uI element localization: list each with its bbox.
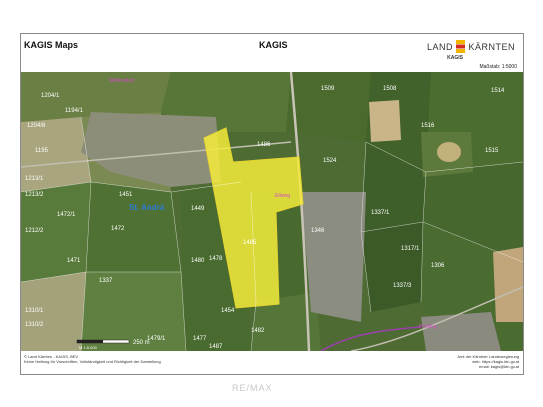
parcel-label: 1204/1 <box>41 93 60 99</box>
parcel-label: 1486 <box>257 142 271 148</box>
logo-text-kaernten: KÄRNTEN <box>468 42 515 52</box>
parcel-label: 1454 <box>221 308 235 314</box>
parcel-label: 1479/1 <box>147 336 166 342</box>
parcel-label: 1515 <box>485 148 499 154</box>
parcel-label: 1524 <box>323 158 337 164</box>
parcel-label: 1516 <box>421 123 435 129</box>
parcel-label: 1310/1 <box>25 308 44 314</box>
parcel-label: 1482 <box>251 328 265 334</box>
parcel-label: 1472 <box>111 226 125 232</box>
parcel-label: 1477 <box>193 336 207 342</box>
map-title: KAGIS <box>259 40 288 50</box>
parcel-label: 1487 <box>209 344 223 350</box>
parcel-label: 1346 <box>311 228 325 234</box>
coat-of-arms-icon <box>456 40 465 53</box>
parcel-label: 1212/2 <box>25 228 44 234</box>
parcel-label: 1195 <box>35 148 49 154</box>
map-footer: © Land Kärnten - KAGIS, BEV Keine Haftun… <box>21 351 523 374</box>
aerial-map[interactable]: 1204/1 1204/8 1194/1 1195 1213/1 1213/2 … <box>21 72 523 351</box>
parcel-label: 1337 <box>99 278 113 284</box>
place-marker-label: Pichling <box>419 324 437 330</box>
parcel-label: 1451 <box>119 192 133 198</box>
footer-left: © Land Kärnten - KAGIS, BEV Keine Haftun… <box>24 354 161 364</box>
map-sheet: KAGIS Maps KAGIS LAND KÄRNTEN KAGIS Maßs… <box>20 33 524 375</box>
parcel-label: 1337/3 <box>393 283 412 289</box>
watermark: RE/MAX <box>232 383 273 393</box>
parcel-label: 1337/1 <box>371 210 390 216</box>
parcel-label: 1485 <box>243 240 257 246</box>
parcel-label: 1509 <box>321 86 335 92</box>
parcel-label: 1310/2 <box>25 322 44 328</box>
parcel-label: 1213/2 <box>25 192 44 198</box>
map-header: KAGIS Maps KAGIS LAND KÄRNTEN KAGIS Maßs… <box>21 34 523 72</box>
parcel-label: 1449 <box>191 206 205 212</box>
place-name-label: St. Andrä <box>129 203 165 212</box>
app-title: KAGIS Maps <box>24 40 79 50</box>
parcel-label: 1472/1 <box>57 212 76 218</box>
parcel-label: 1480 <box>191 258 205 264</box>
footer-email[interactable]: email: kagis@ktn.gv.at <box>457 364 519 369</box>
footer-disclaimer: Keine Haftung für Vorschriften, Vollstän… <box>24 359 161 364</box>
footer-right: Amt der Kärntner Landesregierung web: ht… <box>457 354 519 369</box>
parcel-label: 1213/1 <box>25 176 44 182</box>
parcel-label: 1471 <box>67 258 81 264</box>
parcel-label: 1508 <box>383 86 397 92</box>
parcel-label: 1317/1 <box>401 246 420 252</box>
parcel-label: 1478 <box>209 256 223 262</box>
svg-text:M 1:5.000: M 1:5.000 <box>79 345 98 350</box>
orthophoto-layer: 1204/1 1204/8 1194/1 1195 1213/1 1213/2 … <box>21 72 523 351</box>
svg-text:250 m: 250 m <box>133 340 150 346</box>
parcel-label: 1306 <box>431 263 445 269</box>
parcel-label: 1194/1 <box>65 108 84 114</box>
scale-label: Maßstab: 1:5000 <box>479 64 517 70</box>
place-marker-label: Eitweg <box>275 193 290 199</box>
parcel-label: 1514 <box>491 88 505 94</box>
logo-text-land: LAND <box>426 42 453 52</box>
parcel-label: 1204/8 <box>27 123 46 129</box>
place-marker-label: Mettersdorf <box>109 78 135 84</box>
logo-subtext: KAGIS <box>447 55 463 61</box>
